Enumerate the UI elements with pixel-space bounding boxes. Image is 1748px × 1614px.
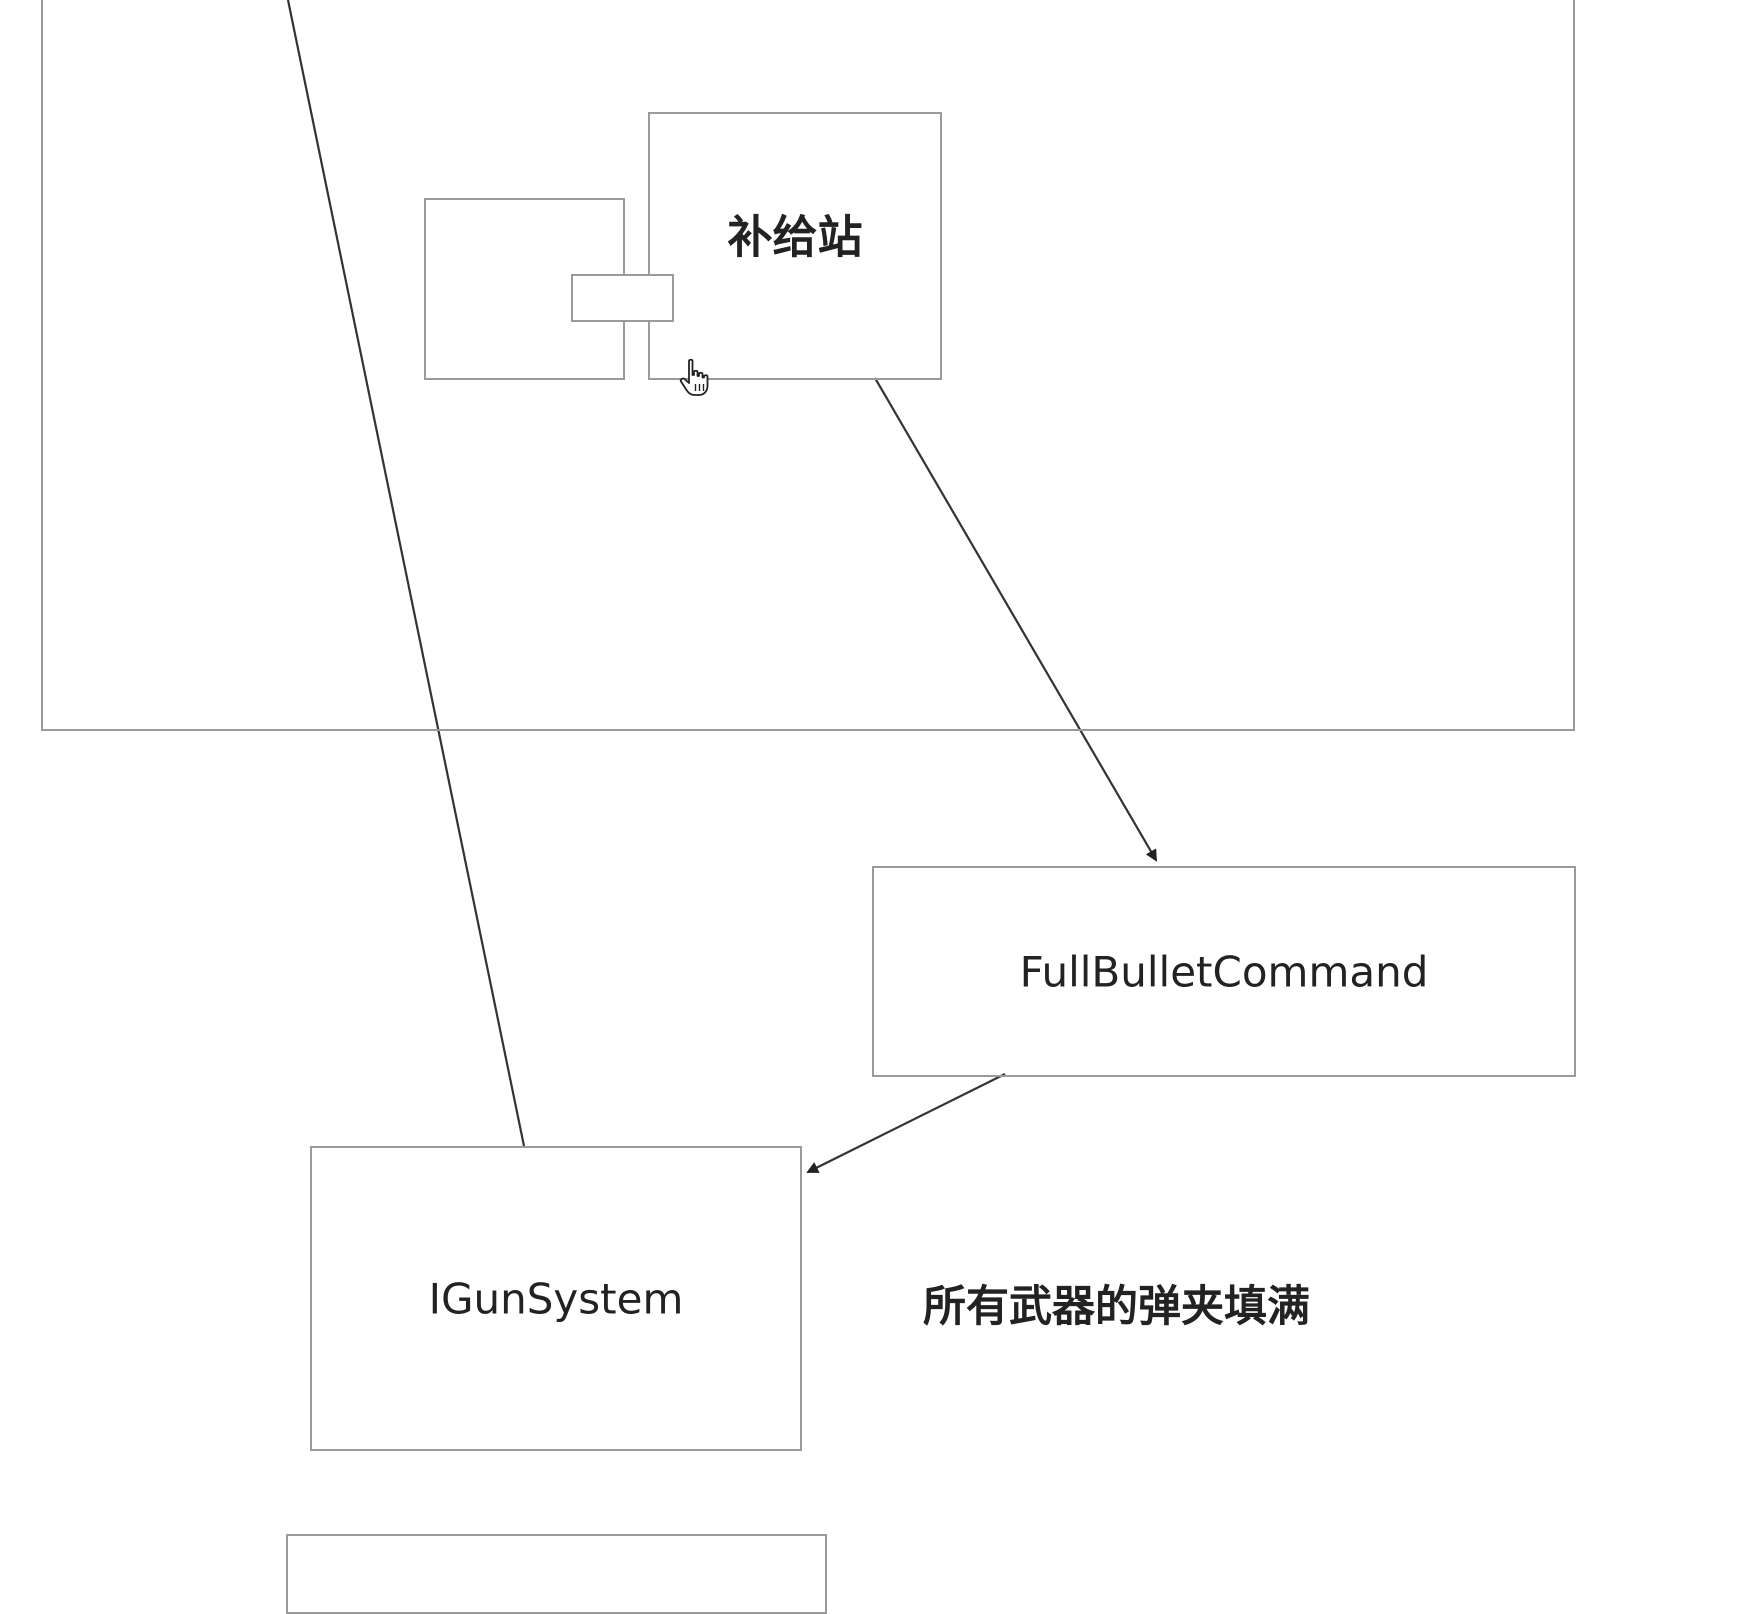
hand-pointer-icon	[679, 358, 709, 396]
supply-station-box: 补给站	[648, 112, 942, 380]
refill-note-text: 所有武器的弹夹填满	[923, 1282, 1310, 1332]
arrow-fullbulletcommand-to-igunsystem	[806, 1073, 1006, 1173]
port-rect	[571, 274, 674, 322]
igunsystem-box: IGunSystem	[310, 1146, 802, 1451]
fullbulletcommand-box: FullBulletCommand	[872, 866, 1576, 1077]
diagram-canvas: 补给站 FullBulletCommand IGunSystem 所有武器的弹夹…	[0, 0, 1748, 1614]
fullbulletcommand-label: FullBulletCommand	[1019, 947, 1429, 996]
igunsystem-label: IGunSystem	[428, 1274, 684, 1323]
supply-station-label: 补给站	[727, 210, 863, 264]
bottom-partial-box	[286, 1534, 827, 1614]
